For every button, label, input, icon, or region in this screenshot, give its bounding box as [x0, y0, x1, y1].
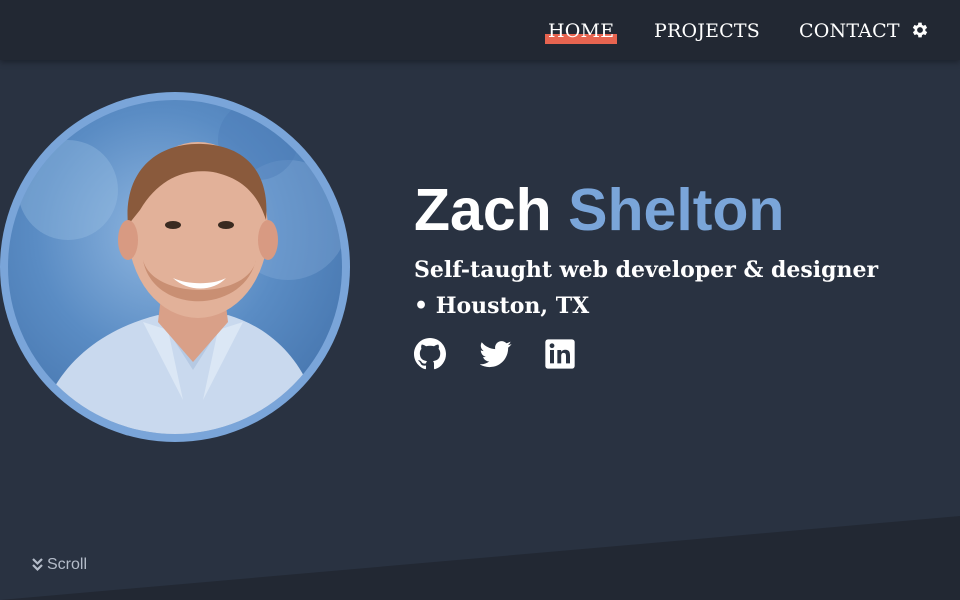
- scroll-indicator[interactable]: Scroll: [32, 556, 87, 574]
- top-navbar: HOME PROJECTS CONTACT: [0, 0, 960, 60]
- nav-home-link[interactable]: HOME: [545, 19, 618, 44]
- bottom-diagonal-band: [0, 516, 960, 600]
- chevrons-down-icon: [32, 558, 43, 572]
- gear-icon[interactable]: [910, 20, 930, 40]
- nav-contact-link[interactable]: CONTACT: [799, 19, 900, 43]
- nav-projects-link[interactable]: PROJECTS: [654, 19, 760, 43]
- nav-home-label: HOME: [548, 20, 615, 42]
- scroll-label: Scroll: [47, 556, 88, 573]
